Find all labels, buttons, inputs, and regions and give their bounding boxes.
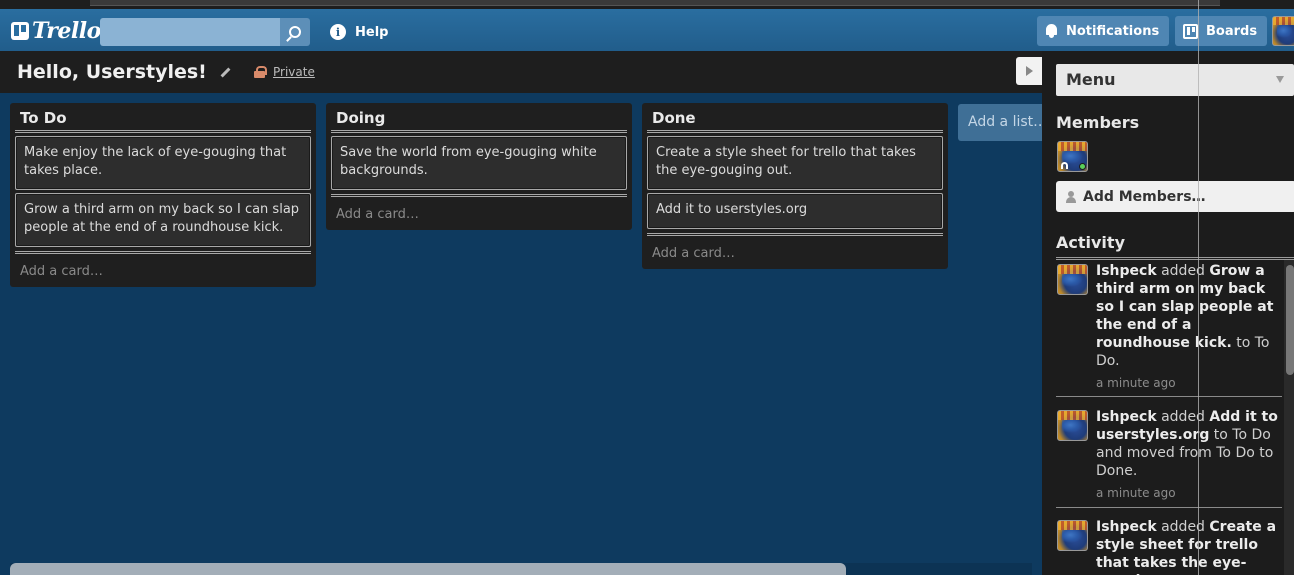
cursor-guide-line — [1198, 0, 1199, 575]
activity-time: a minute ago — [1096, 486, 1176, 500]
list-title[interactable]: Done — [647, 107, 943, 128]
list-divider — [331, 194, 627, 197]
card[interactable]: Save the world from eye-gouging white ba… — [331, 136, 627, 190]
list-doing: Doing Save the world from eye-gouging wh… — [326, 103, 632, 230]
logo-text: Trello — [32, 18, 101, 44]
activity-user[interactable]: Ishpeck — [1096, 409, 1157, 425]
user-avatar[interactable] — [1272, 16, 1294, 46]
online-status-icon — [1079, 163, 1086, 170]
list-divider — [15, 130, 311, 133]
activity-item: Ishpeck added Add it to userstyles.org t… — [1056, 408, 1282, 508]
play-icon — [1025, 66, 1033, 76]
search-box — [100, 18, 310, 46]
activity-user[interactable]: Ishpeck — [1096, 519, 1157, 535]
pencil-icon — [220, 67, 231, 78]
member-avatar[interactable] — [1057, 141, 1088, 172]
add-members-button[interactable]: Add Members… — [1056, 181, 1294, 212]
boards-label: Boards — [1206, 23, 1258, 39]
activity-item: Ishpeck added Create a style sheet for t… — [1056, 518, 1282, 575]
activity-avatar[interactable] — [1057, 264, 1088, 295]
bell-icon — [1045, 24, 1058, 38]
add-card-button[interactable]: Add a card… — [331, 198, 627, 224]
activity-text: Ishpeck added Grow a third arm on my bac… — [1096, 262, 1282, 392]
wifi-icon — [1061, 162, 1068, 169]
info-icon: i — [330, 24, 346, 40]
vertical-scrollbar-thumb[interactable] — [1286, 265, 1294, 375]
card[interactable]: Grow a third arm on my back so I can sla… — [15, 193, 311, 247]
list-done: Done Create a style sheet for trello tha… — [642, 103, 948, 269]
help-link[interactable]: i Help — [330, 22, 388, 42]
activity-avatar[interactable] — [1057, 520, 1088, 551]
person-icon — [1066, 190, 1076, 203]
notifications-label: Notifications — [1066, 23, 1160, 39]
list-title[interactable]: Doing — [331, 107, 627, 128]
sidebar-toggle-button[interactable] — [1016, 57, 1042, 85]
privacy-link[interactable]: Private — [273, 65, 315, 79]
activity-text: Ishpeck added Create a style sheet for t… — [1096, 518, 1282, 575]
search-input[interactable] — [100, 18, 280, 46]
boards-icon — [1183, 23, 1198, 39]
search-button[interactable] — [280, 18, 310, 46]
search-icon — [289, 26, 301, 38]
menu-dropdown[interactable]: Menu — [1056, 64, 1294, 96]
trello-logo[interactable]: Trello — [11, 18, 101, 44]
activity-heading: Activity — [1056, 233, 1125, 252]
board-header: Hello, Userstyles! Private — [0, 51, 1042, 93]
top-header: Trello i Help Notifications Boards — [0, 0, 1294, 51]
board-title[interactable]: Hello, Userstyles! — [17, 61, 207, 83]
add-card-button[interactable]: Add a card… — [15, 255, 311, 281]
card[interactable]: Make enjoy the lack of eye-gouging that … — [15, 136, 311, 190]
caret-down-icon — [1276, 76, 1284, 83]
list-title[interactable]: To Do — [15, 107, 311, 128]
activity-item: Ishpeck added Grow a third arm on my bac… — [1056, 262, 1282, 397]
sidebar: Menu Members Add Members… Activity Ishpe… — [1042, 51, 1294, 575]
help-label: Help — [355, 24, 389, 40]
add-members-label: Add Members… — [1083, 188, 1206, 205]
notifications-button[interactable]: Notifications — [1037, 16, 1169, 46]
list-to-do: To Do Make enjoy the lack of eye-gouging… — [10, 103, 316, 287]
trello-logo-icon — [11, 22, 29, 40]
card[interactable]: Add it to userstyles.org — [647, 193, 943, 229]
menu-label: Menu — [1066, 70, 1116, 89]
add-card-button[interactable]: Add a card… — [647, 237, 943, 263]
activity-text: Ishpeck added Add it to userstyles.org t… — [1096, 408, 1282, 502]
add-list-button[interactable]: Add a list… — [958, 104, 1042, 141]
activity-avatar[interactable] — [1057, 410, 1088, 441]
list-divider — [647, 233, 943, 236]
list-divider — [15, 251, 311, 254]
list-divider — [331, 130, 627, 133]
list-divider — [647, 130, 943, 133]
activity-time: a minute ago — [1096, 376, 1176, 390]
card[interactable]: Create a style sheet for trello that tak… — [647, 136, 943, 190]
browser-tab-strip — [90, 0, 1220, 6]
activity-user[interactable]: Ishpeck — [1096, 263, 1157, 279]
privacy-setting[interactable]: Private — [254, 65, 315, 79]
activity-divider — [1056, 257, 1294, 260]
members-heading: Members — [1056, 113, 1140, 132]
boards-button[interactable]: Boards — [1175, 16, 1267, 46]
edit-title-button[interactable] — [218, 66, 232, 80]
horizontal-scrollbar-thumb[interactable] — [10, 563, 846, 575]
lock-icon — [254, 66, 267, 78]
